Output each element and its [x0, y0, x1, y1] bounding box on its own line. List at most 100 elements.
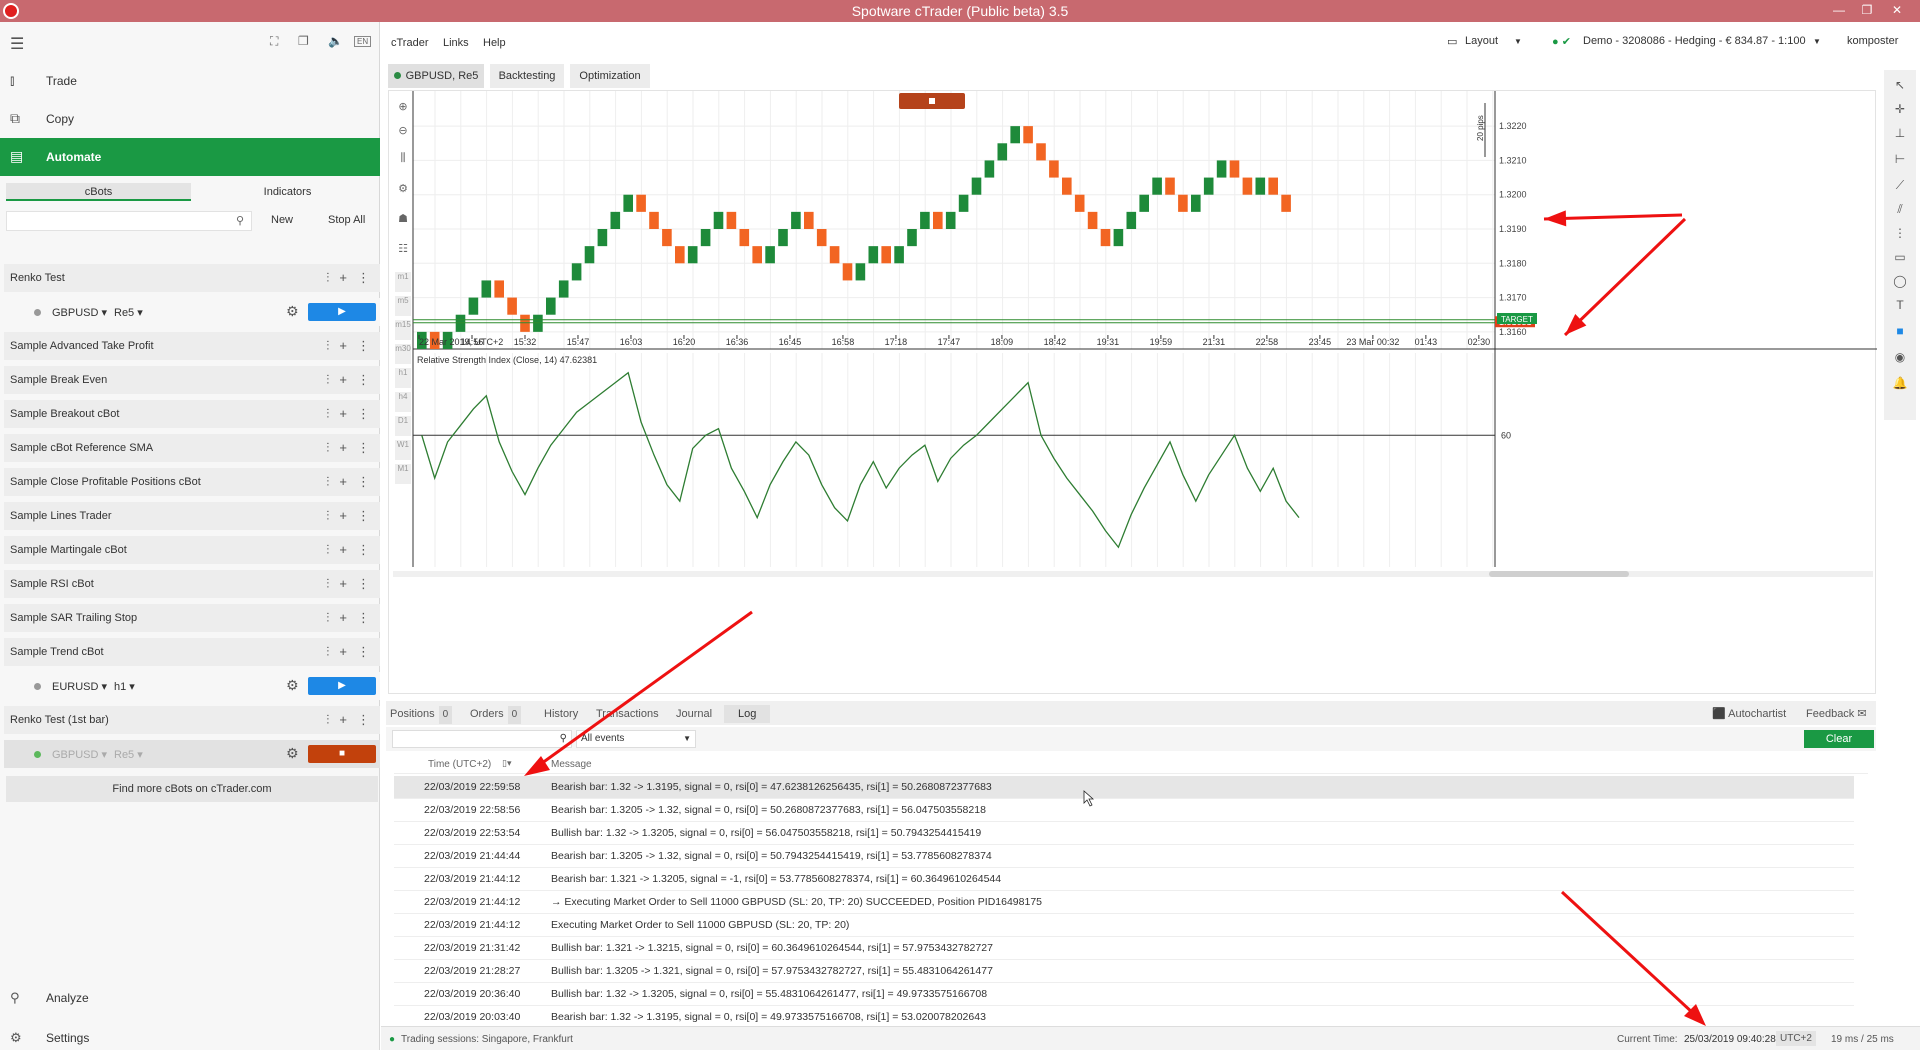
log-row[interactable]: 22/03/2019 20:36:40 Bullish bar: 1.32 -> …: [394, 983, 1854, 1006]
renko-brick[interactable]: [610, 211, 621, 229]
renko-brick[interactable]: [804, 211, 814, 229]
chart-area[interactable]: 1.3220 1.3210 1.3200 1.3190 1.3180 1.3170 1.31…: [388, 90, 1877, 694]
layout-dropdown[interactable]: Layout: [1465, 35, 1498, 47]
cbot-row[interactable]: Sample cBot Reference SMA ⫶ + ⋮: [4, 434, 380, 462]
add-instance-icon[interactable]: +: [339, 338, 347, 353]
renko-brick[interactable]: [584, 246, 595, 264]
autochartist-button[interactable]: ⬛ Autochartist: [1712, 705, 1786, 723]
instances-icon[interactable]: ⫶: [326, 406, 329, 422]
renko-brick[interactable]: [1113, 229, 1124, 247]
renko-brick[interactable]: [1255, 177, 1266, 195]
more-options-icon[interactable]: ⋮: [357, 576, 370, 592]
tab-optimization[interactable]: Optimization: [570, 64, 650, 88]
renko-brick[interactable]: [842, 263, 853, 281]
timeframe-button[interactable]: M1: [395, 464, 411, 484]
play-cbot-button[interactable]: ▶: [308, 677, 376, 695]
gear-icon[interactable]: ⚙: [286, 745, 299, 762]
clear-log-button[interactable]: Clear: [1804, 730, 1874, 748]
gear-icon[interactable]: ⚙: [286, 677, 299, 694]
close-button[interactable]: ✕: [1884, 1, 1910, 19]
renko-brick[interactable]: [933, 211, 943, 229]
renko-brick[interactable]: [868, 246, 879, 264]
more-options-icon[interactable]: ⋮: [357, 542, 370, 558]
renko-brick[interactable]: [778, 229, 788, 247]
instances-icon[interactable]: ⫶: [326, 270, 329, 286]
tab-history[interactable]: History: [544, 705, 578, 723]
tab-positions[interactable]: Positions 0: [390, 705, 453, 724]
renko-brick[interactable]: [829, 246, 840, 264]
add-instance-icon[interactable]: +: [339, 270, 347, 285]
log-row[interactable]: 22/03/2019 21:44:44 Bearish bar: 1.3205 -…: [394, 845, 1854, 868]
renko-brick[interactable]: [1242, 177, 1253, 195]
renko-brick[interactable]: [920, 211, 930, 229]
renko-brick[interactable]: [494, 280, 504, 298]
renko-brick[interactable]: [1191, 194, 1201, 212]
tab-journal[interactable]: Journal: [676, 705, 712, 723]
tab-gbpusd-chart[interactable]: GBPUSD, Re5: [388, 64, 484, 88]
renko-brick[interactable]: [816, 229, 827, 247]
renko-brick[interactable]: [997, 143, 1008, 161]
more-options-icon[interactable]: ⋮: [357, 372, 370, 388]
add-instance-icon[interactable]: +: [339, 508, 347, 523]
add-instance-icon[interactable]: +: [339, 542, 347, 557]
timeframe-button[interactable]: m1: [395, 272, 411, 292]
col-time-header[interactable]: Time (UTC+2): [428, 759, 491, 770]
more-options-icon[interactable]: ⋮: [357, 644, 370, 660]
alert-icon[interactable]: 🔔: [1892, 376, 1908, 392]
renko-brick[interactable]: [881, 246, 891, 264]
instances-icon[interactable]: ⫶: [326, 338, 329, 354]
vertical-line-icon[interactable]: ⊢: [1892, 152, 1908, 168]
instance-timeframe[interactable]: Re5 ▾: [114, 748, 143, 761]
log-row[interactable]: 22/03/2019 20:03:40 Bearish bar: 1.32 -> …: [394, 1006, 1854, 1024]
renko-brick[interactable]: [945, 211, 956, 229]
instances-icon[interactable]: ⫶: [326, 372, 329, 388]
instance-symbol[interactable]: GBPUSD ▾: [52, 306, 107, 319]
fullscreen-icon[interactable]: ⛶: [270, 34, 278, 49]
layout-chevron-icon[interactable]: ▼: [1514, 37, 1522, 46]
cbot-row[interactable]: Renko Test ⫶ + ⋮: [4, 264, 380, 292]
renko-brick[interactable]: [958, 194, 969, 212]
trend-line-icon[interactable]: ⟋: [1892, 178, 1908, 194]
stop-cbot-button[interactable]: ■: [308, 745, 376, 763]
restore-button[interactable]: ❐: [1854, 1, 1880, 19]
renko-brick[interactable]: [791, 211, 801, 229]
cbot-row[interactable]: Sample SAR Trailing Stop ⫶ + ⋮: [4, 604, 380, 632]
renko-brick[interactable]: [455, 314, 466, 332]
add-instance-icon[interactable]: +: [339, 372, 347, 387]
log-row[interactable]: 22/03/2019 21:44:12 Bearish bar: 1.321 ->…: [394, 868, 1854, 891]
cbot-row[interactable]: Sample Lines Trader ⫶ + ⋮: [4, 502, 380, 530]
instances-icon[interactable]: ⫶: [326, 542, 329, 558]
instances-icon[interactable]: ⫶: [326, 644, 329, 660]
tab-orders[interactable]: Orders 0: [470, 705, 522, 724]
renko-brick[interactable]: [468, 297, 479, 315]
instances-icon[interactable]: ⫶: [326, 610, 329, 626]
sound-icon[interactable]: 🔈: [328, 34, 343, 48]
renko-brick[interactable]: [520, 314, 530, 332]
instances-icon[interactable]: ⫶: [326, 712, 329, 728]
menu-ctrader[interactable]: cTrader: [391, 37, 429, 49]
channel-icon[interactable]: ⋮: [1892, 226, 1908, 242]
search-icon[interactable]: ⚲: [236, 214, 244, 227]
timeframe-button[interactable]: m15: [395, 320, 411, 340]
horizontal-line-icon[interactable]: ⊥: [1892, 126, 1908, 142]
new-cbot-button[interactable]: New: [271, 214, 293, 226]
renko-brick[interactable]: [1036, 143, 1046, 161]
menu-icon[interactable]: ☰: [10, 34, 24, 54]
more-options-icon[interactable]: ⋮: [357, 440, 370, 456]
chart-type-icon[interactable]: ⫼: [395, 152, 411, 168]
zoom-out-icon[interactable]: ⊖: [395, 124, 411, 140]
add-instance-icon[interactable]: +: [339, 712, 347, 727]
timeframe-button[interactable]: h1: [395, 368, 411, 388]
settings-icon[interactable]: ☷: [395, 242, 411, 258]
nav-trade[interactable]: ⫾ Trade: [0, 62, 380, 100]
add-instance-icon[interactable]: +: [339, 610, 347, 625]
log-row[interactable]: 22/03/2019 22:59:58 Bearish bar: 1.32 -> …: [394, 776, 1854, 799]
instances-icon[interactable]: ⫶: [326, 508, 329, 524]
more-options-icon[interactable]: ⋮: [357, 474, 370, 490]
tab-log[interactable]: Log: [724, 705, 771, 723]
cbot-row[interactable]: Sample Breakout cBot ⫶ + ⋮: [4, 400, 380, 428]
renko-brick[interactable]: [597, 229, 608, 247]
event-filter-select[interactable]: All events ▼: [576, 730, 696, 748]
renko-brick[interactable]: [1139, 194, 1149, 212]
add-instance-icon[interactable]: +: [339, 474, 347, 489]
